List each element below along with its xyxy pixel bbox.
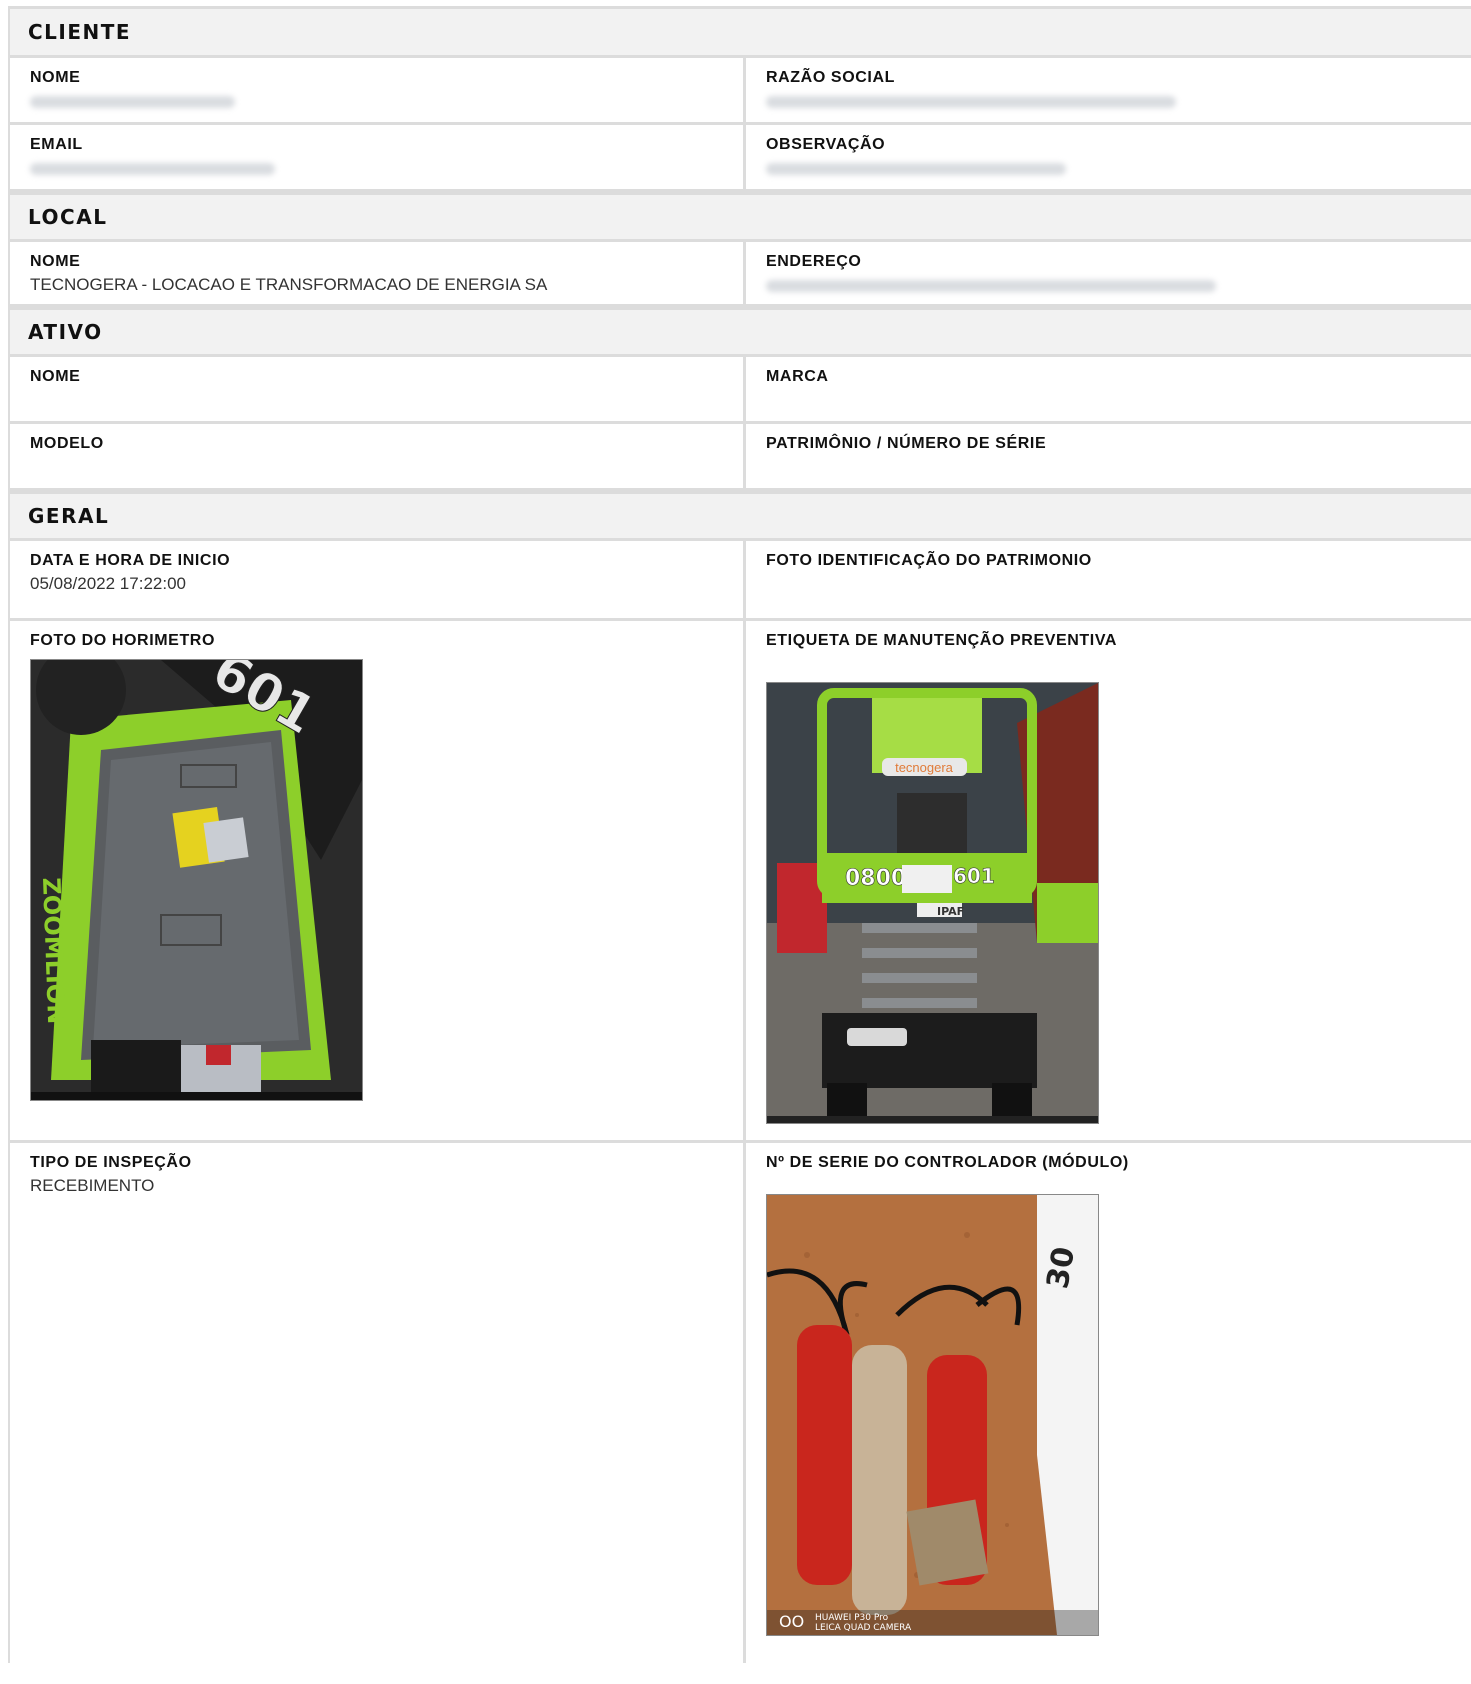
etiqueta-photo[interactable]: tecnogera 0800 601 IPAF [766,682,1099,1124]
ativo-modelo-field: MODELO [10,424,743,488]
geral-tipo-label: TIPO DE INSPEÇÃO [30,1154,192,1171]
geral-tipo-field: TIPO DE INSPEÇÃO RECEBIMENTO [10,1143,743,1663]
section-cliente: CLIENTE [10,6,1471,58]
cliente-nome-field: NOME [10,58,743,122]
ativo-marca-label: MARCA [766,368,829,385]
cliente-row-1: NOME RAZÃO SOCIAL [10,58,1471,125]
cliente-razao-field: RAZÃO SOCIAL [743,58,1471,122]
ativo-nome-field: NOME [10,357,743,421]
geral-row-3: TIPO DE INSPEÇÃO RECEBIMENTO Nº DE SERIE… [10,1143,1471,1663]
ativo-patrimonio-label: PATRIMÔNIO / NÚMERO DE SÉRIE [766,435,1047,452]
cliente-obs-label: OBSERVAÇÃO [766,136,886,153]
geral-row-2: FOTO DO HORIMETRO ZOOMLION 601 ETIQUETA … [10,621,1471,1143]
local-nome-value: TECNOGERA - LOCACAO E TRANSFORMACAO DE E… [30,275,548,294]
geral-serie-label: Nº DE SERIE DO CONTROLADOR (MÓDULO) [766,1154,1129,1171]
cliente-email-field: EMAIL [10,125,743,189]
local-endereco-redacted [766,280,1216,292]
geral-data-field: DATA E HORA DE INICIO 05/08/2022 17:22:0… [10,541,743,618]
local-endereco-field: ENDEREÇO [743,242,1471,304]
serie-photo-image: 30 OO HUAWEI P30 Pro LEICA QUAD CAMERA [767,1195,1098,1635]
cliente-obs-field: OBSERVAÇÃO [743,125,1471,189]
etiqueta-photo-image: tecnogera 0800 601 IPAF [767,683,1098,1123]
geral-tipo-value: RECEBIMENTO [30,1176,155,1195]
geral-horimetro-field: FOTO DO HORIMETRO ZOOMLION 601 [10,621,743,1140]
etiqueta-phone-left: 0800 [845,866,906,891]
geral-data-value: 05/08/2022 17:22:00 [30,574,186,593]
geral-foto-patrimonio-field: FOTO IDENTIFICAÇÃO DO PATRIMONIO [743,541,1471,618]
local-nome-label: NOME [30,253,81,270]
horimetro-brand-text: ZOOMLION [37,877,70,1025]
local-row-1: NOME TECNOGERA - LOCACAO E TRANSFORMACAO… [10,242,1471,307]
ativo-row-1: NOME MARCA [10,357,1471,424]
local-endereco-label: ENDEREÇO [766,253,862,270]
cliente-razao-label: RAZÃO SOCIAL [766,69,895,86]
ativo-modelo-label: MODELO [30,435,104,452]
cliente-row-2: EMAIL OBSERVAÇÃO [10,125,1471,192]
section-local: LOCAL [10,192,1471,242]
cliente-nome-label: NOME [30,69,81,86]
geral-etiqueta-label: ETIQUETA DE MANUTENÇÃO PREVENTIVA [766,632,1118,649]
section-title-ativo: ATIVO [28,320,103,344]
local-nome-field: NOME TECNOGERA - LOCACAO E TRANSFORMACAO… [10,242,743,304]
cliente-email-label: EMAIL [30,136,83,153]
etiqueta-logo-text: tecnogera [895,760,954,775]
cliente-razao-redacted [766,96,1176,108]
svg-text:OO: OO [779,1612,804,1631]
inspection-report: CLIENTE NOME RAZÃO SOCIAL EMAIL OBSERVAÇ… [8,6,1471,1663]
geral-serie-field: Nº DE SERIE DO CONTROLADOR (MÓDULO) 30 O… [743,1143,1471,1663]
serie-camera-line2: LEICA QUAD CAMERA [815,1623,912,1633]
section-title-local: LOCAL [28,205,108,229]
geral-row-1: DATA E HORA DE INICIO 05/08/2022 17:22:0… [10,541,1471,621]
geral-foto-patrimonio-label: FOTO IDENTIFICAÇÃO DO PATRIMONIO [766,552,1092,569]
geral-etiqueta-field: ETIQUETA DE MANUTENÇÃO PREVENTIVA tecnog… [743,621,1471,1140]
section-title-geral: GERAL [28,504,110,528]
horimetro-photo-image: ZOOMLION 601 [31,660,362,1100]
svg-text:30: 30 [1040,1244,1082,1291]
ativo-marca-field: MARCA [743,357,1471,421]
cliente-email-redacted [30,163,275,175]
ativo-patrimonio-field: PATRIMÔNIO / NÚMERO DE SÉRIE [743,424,1471,488]
etiqueta-phone-right: 601 [953,864,995,888]
cliente-nome-redacted [30,96,235,108]
geral-data-label: DATA E HORA DE INICIO [30,552,231,569]
section-title-cliente: CLIENTE [28,20,132,44]
serie-photo[interactable]: 30 OO HUAWEI P30 Pro LEICA QUAD CAMERA [766,1194,1099,1636]
etiqueta-cert-text: IPAF [937,905,964,918]
ativo-nome-label: NOME [30,368,81,385]
cliente-obs-redacted [766,163,1066,175]
section-ativo: ATIVO [10,307,1471,357]
serie-camera-line1: HUAWEI P30 Pro [815,1613,889,1623]
horimetro-photo[interactable]: ZOOMLION 601 [30,659,363,1101]
geral-horimetro-label: FOTO DO HORIMETRO [30,632,216,649]
ativo-row-2: MODELO PATRIMÔNIO / NÚMERO DE SÉRIE [10,424,1471,491]
section-geral: GERAL [10,491,1471,541]
